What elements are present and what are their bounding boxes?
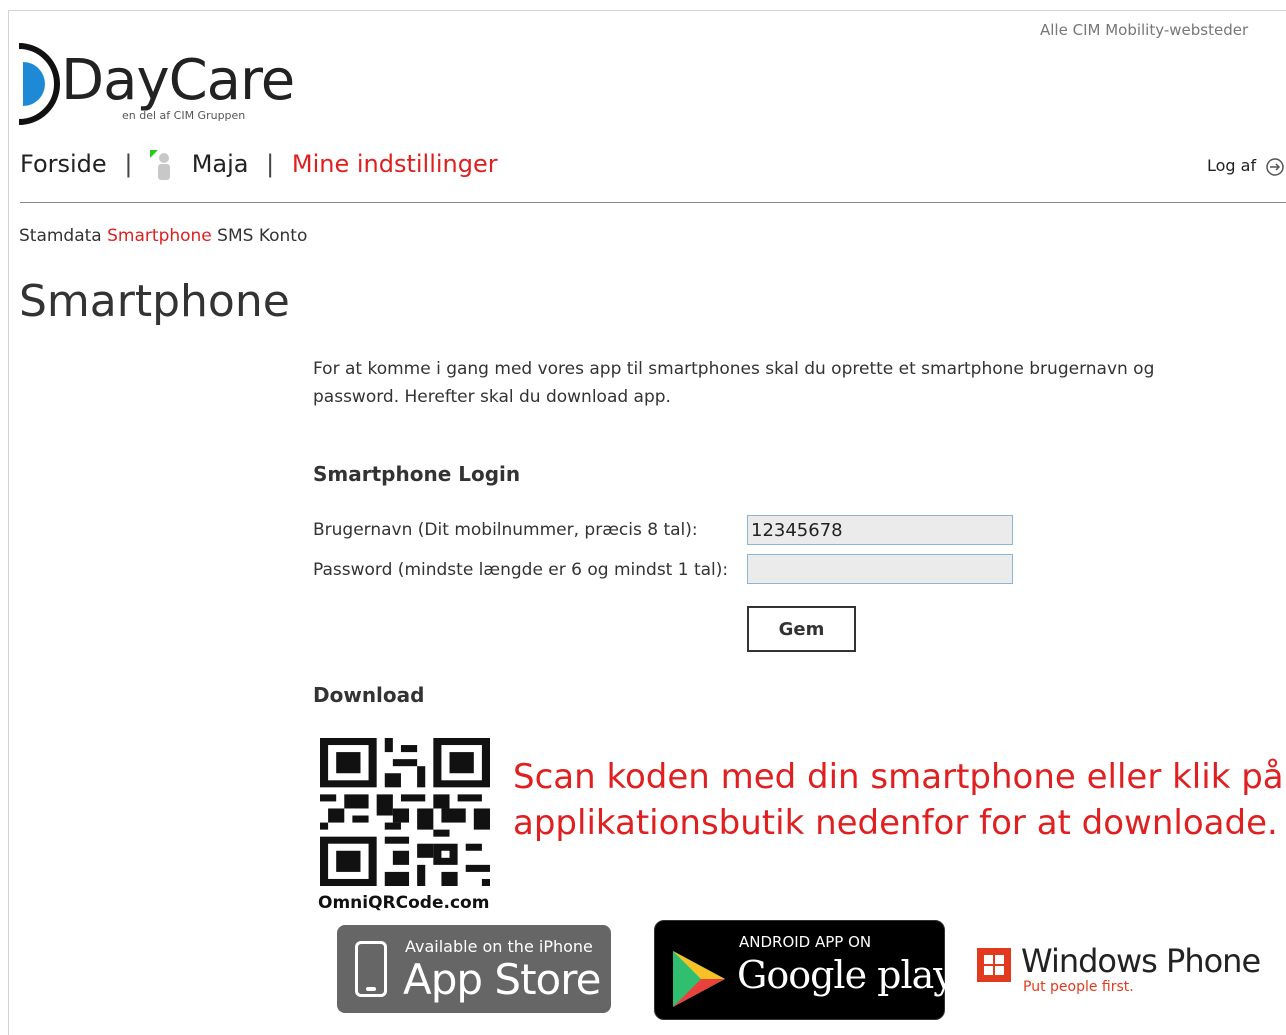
app-store-badge[interactable]: Available on the iPhone App Store	[337, 925, 611, 1013]
user-icon	[150, 146, 178, 182]
intro-text: For at komme i gang med vores app til sm…	[313, 359, 1155, 407]
qr-code[interactable]	[320, 738, 490, 886]
username-label: Brugernavn (Dit mobilnummer, præcis 8 ta…	[313, 520, 698, 540]
download-heading: Download	[313, 683, 425, 707]
logout-link[interactable]: Log af	[1207, 156, 1285, 177]
nav-separator: |	[124, 150, 133, 178]
sub-navigation: Stamdata Smartphone SMS Konto	[19, 226, 307, 246]
nav-divider	[20, 202, 1286, 203]
nav-separator: |	[266, 150, 275, 178]
subnav-stamdata[interactable]: Stamdata	[19, 226, 102, 246]
app-store-big-text: App Store	[403, 955, 601, 1004]
frame-left-border	[8, 10, 9, 1035]
google-play-big-text: Google play	[737, 953, 955, 997]
windows-phone-tagline: Put people first.	[1023, 979, 1134, 995]
google-play-icon	[673, 951, 725, 1007]
scan-instructions: Scan koden med din smartphone eller klik…	[513, 754, 1286, 846]
login-heading: Smartphone Login	[313, 462, 521, 486]
logout-label: Log af	[1207, 156, 1257, 175]
windows-phone-badge[interactable]: Windows Phone Put people first.	[975, 942, 1261, 1002]
page-title: Smartphone	[19, 276, 290, 327]
scan-line-2: applikationsbutik nedenfor for at downlo…	[513, 803, 1278, 843]
logo-subtitle: en del af CIM Gruppen	[122, 109, 246, 122]
username-input[interactable]	[747, 515, 1013, 545]
iphone-icon	[355, 941, 387, 997]
subnav-sms-konto[interactable]: SMS Konto	[217, 226, 307, 246]
frame-top-border	[8, 10, 1286, 11]
logo-text: DayCare	[61, 48, 295, 113]
daycare-logo[interactable]: DayCare en del af CIM Gruppen	[17, 42, 295, 126]
top-navigation: Forside | Maja | Mine indstillinger	[20, 146, 498, 182]
password-label: Password (mindste længde er 6 og mindst …	[313, 560, 729, 580]
qr-caption: OmniQRCode.com	[318, 893, 490, 913]
google-play-small-text: ANDROID APP ON	[739, 933, 872, 951]
all-sites-link[interactable]: Alle CIM Mobility-websteder	[1040, 21, 1248, 39]
windows-flag-icon	[977, 948, 1011, 982]
logout-arrow-icon	[1266, 157, 1284, 176]
save-button[interactable]: Gem	[747, 606, 856, 652]
nav-user-link[interactable]: Maja	[192, 150, 249, 178]
nav-home-link[interactable]: Forside	[20, 150, 107, 178]
password-input[interactable]	[747, 554, 1013, 584]
subnav-smartphone[interactable]: Smartphone	[107, 226, 212, 246]
scan-line-1: Scan koden med din smartphone eller klik…	[513, 757, 1286, 797]
app-store-small-text: Available on the iPhone	[405, 937, 593, 956]
windows-phone-big-text: Windows Phone	[1021, 942, 1261, 980]
nav-settings-link[interactable]: Mine indstillinger	[292, 150, 498, 178]
google-play-badge[interactable]: ANDROID APP ON Google play	[654, 920, 955, 1020]
